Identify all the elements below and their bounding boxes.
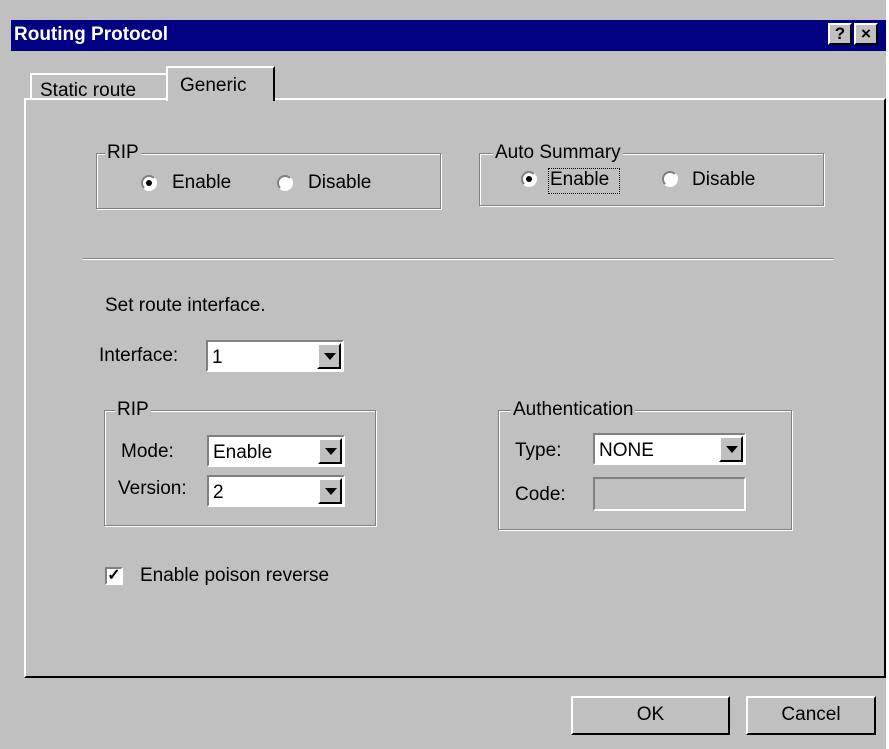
auto-summary-disable-label[interactable]: Disable <box>692 169 755 191</box>
interface-select[interactable]: 1 <box>206 340 344 372</box>
close-button[interactable]: × <box>854 23 878 45</box>
routing-protocol-dialog: Routing Protocol ? × Static route RIP En… <box>0 0 886 749</box>
chevron-down-icon[interactable] <box>318 478 342 504</box>
auth-code-field[interactable] <box>593 477 746 511</box>
auto-summary-disable-radio[interactable] <box>662 171 678 187</box>
rip-settings-legend: RIP <box>115 399 151 421</box>
help-button[interactable]: ? <box>828 23 852 45</box>
version-select[interactable]: 2 <box>207 475 345 507</box>
chevron-down-icon[interactable] <box>719 436 743 462</box>
type-label: Type: <box>515 440 562 461</box>
rip-enable-radio[interactable] <box>141 175 157 191</box>
auto-summary-group: Auto Summary Enable Disable <box>479 142 824 206</box>
mode-label: Mode: <box>121 441 174 462</box>
ok-button[interactable]: OK <box>571 696 730 735</box>
auto-summary-enable-radio[interactable] <box>521 171 537 187</box>
radio-selected-dot <box>526 176 532 182</box>
rip-enable-label[interactable]: Enable <box>172 172 231 194</box>
cancel-button[interactable]: Cancel <box>746 696 876 735</box>
route-interface-text: Set route interface. <box>105 295 266 316</box>
title-bar[interactable]: Routing Protocol ? × <box>11 20 886 51</box>
rip-group: RIP Enable Disable <box>96 142 441 209</box>
auth-type-select[interactable]: NONE <box>593 433 746 465</box>
chevron-down-icon[interactable] <box>318 438 342 464</box>
auth-type-value: NONE <box>599 440 654 461</box>
authentication-group: Authentication Type: NONE Code: <box>498 399 792 530</box>
version-value: 2 <box>213 482 224 503</box>
auto-summary-legend: Auto Summary <box>493 142 623 164</box>
checkmark-icon: ✓ <box>107 567 121 584</box>
authentication-legend: Authentication <box>511 399 636 421</box>
window-title: Routing Protocol <box>14 24 169 45</box>
separator <box>83 258 833 260</box>
mode-value: Enable <box>213 442 273 463</box>
chevron-down-icon[interactable] <box>317 343 341 369</box>
rip-settings-group: RIP Mode: Enable Version: 2 <box>104 399 376 526</box>
rip-group-legend: RIP <box>105 142 141 164</box>
interface-value: 1 <box>212 347 223 368</box>
interface-label: Interface: <box>99 345 179 366</box>
radio-selected-dot <box>146 180 152 186</box>
poison-reverse-checkbox[interactable]: ✓ <box>105 567 123 585</box>
rip-disable-label[interactable]: Disable <box>308 172 371 194</box>
version-label: Version: <box>118 478 187 499</box>
poison-reverse-label[interactable]: Enable poison reverse <box>140 565 329 587</box>
tab-panel-generic: RIP Enable Disable Auto Summary Enable D… <box>24 98 886 678</box>
tab-generic[interactable]: Generic <box>166 66 275 101</box>
mode-select[interactable]: Enable <box>207 435 345 467</box>
focus-rectangle <box>548 168 620 194</box>
rip-disable-radio[interactable] <box>277 175 293 191</box>
code-label: Code: <box>515 484 566 505</box>
tab-static-route[interactable]: Static route <box>30 73 168 101</box>
tab-generic-label: Generic <box>180 75 247 96</box>
